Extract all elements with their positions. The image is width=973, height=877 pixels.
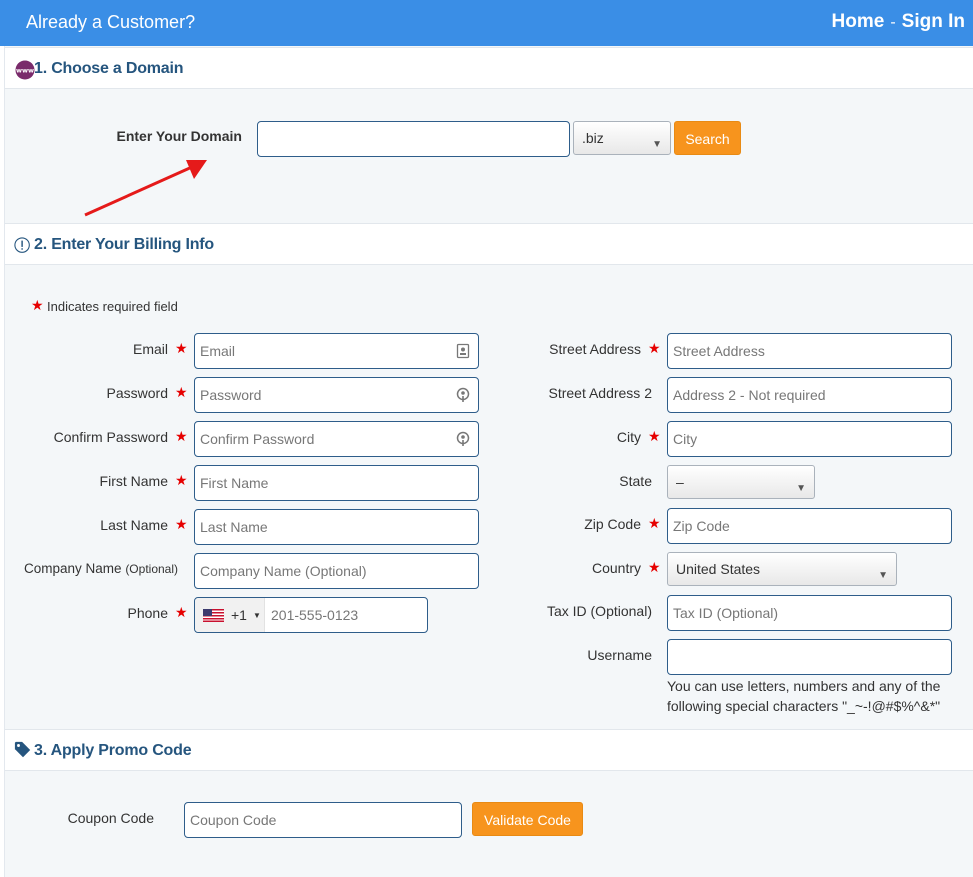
required-note: Indicates required field <box>47 299 178 314</box>
zip-required-star: ★ <box>648 515 661 531</box>
last-name-label: Last Name <box>100 517 168 533</box>
username-input[interactable] <box>667 639 952 675</box>
www-globe-icon: www <box>15 60 35 80</box>
coupon-code-input[interactable]: Coupon Code <box>184 802 462 838</box>
domain-section-header: www 1. Choose a Domain <box>5 47 973 89</box>
tax-id-label: Tax ID (Optional) <box>546 603 652 619</box>
required-star: ★ <box>31 297 44 313</box>
country-required-star: ★ <box>648 559 661 575</box>
username-label: Username <box>587 647 652 663</box>
confirm-password-required-star: ★ <box>175 428 188 444</box>
company-name-input[interactable]: Company Name (Optional) <box>194 553 479 589</box>
username-help-line-2: following special characters "_~-!@#$%^&… <box>667 698 941 714</box>
street-required-star: ★ <box>648 340 661 356</box>
validate-code-button[interactable]: Validate Code <box>472 802 583 836</box>
home-link[interactable]: Home <box>832 11 885 32</box>
country-value: United States <box>676 561 761 577</box>
info-circle-icon <box>14 237 30 253</box>
promo-section-title: 3. Apply Promo Code <box>34 742 192 759</box>
nav-separator: - <box>890 14 896 31</box>
password-placeholder: Password <box>200 387 262 403</box>
already-customer-text: Already a Customer? <box>26 12 196 32</box>
zip-code-label: Zip Code <box>584 516 641 532</box>
red-arrow-annotation <box>84 160 207 217</box>
tld-value: .biz <box>582 130 604 146</box>
country-label: Country <box>591 560 641 576</box>
chevron-down-icon: ▼ <box>796 483 806 494</box>
top-bar: Already a Customer? Home - Sign In <box>0 0 973 46</box>
street-address-2-input[interactable]: Address 2 - Not required <box>667 377 952 413</box>
domain-section-title: 1. Choose a Domain <box>34 60 184 77</box>
city-input[interactable]: City <box>667 421 952 457</box>
us-flag-icon <box>203 609 224 622</box>
email-placeholder: Email <box>200 343 236 359</box>
tax-id-input[interactable]: Tax ID (Optional) <box>667 595 952 631</box>
email-input[interactable]: Email <box>194 333 479 369</box>
chevron-down-icon: ▼ <box>652 139 662 150</box>
chevron-down-icon: ▼ <box>878 570 888 581</box>
key-icon <box>456 431 470 446</box>
username-help-text: You can use letters, numbers and any of … <box>667 676 940 716</box>
email-label: Email <box>132 341 168 357</box>
coupon-code-label: Coupon Code <box>67 810 154 826</box>
city-label: City <box>616 429 641 445</box>
confirm-password-placeholder: Confirm Password <box>200 431 315 447</box>
company-name-label-text: Company Name <box>24 561 122 576</box>
first-name-label: First Name <box>99 473 168 489</box>
domain-input[interactable] <box>257 121 570 157</box>
svg-text:www: www <box>16 67 34 75</box>
email-required-star: ★ <box>175 340 188 356</box>
first-name-required-star: ★ <box>175 472 188 488</box>
contact-card-icon <box>456 343 470 359</box>
street-address-input[interactable]: Street Address <box>667 333 952 369</box>
password-required-star: ★ <box>175 384 188 400</box>
first-name-input[interactable]: First Name <box>194 465 479 501</box>
phone-label: Phone <box>127 605 168 621</box>
billing-section-header: 2. Enter Your Billing Info <box>5 223 973 265</box>
password-input[interactable]: Password <box>194 377 479 413</box>
search-button[interactable]: Search <box>674 121 741 155</box>
tag-icon <box>14 741 31 758</box>
street-address-2-label: Street Address 2 <box>548 385 652 401</box>
phone-placeholder: 201-555-0123 <box>271 607 359 623</box>
state-select[interactable]: – ▼ <box>667 465 815 499</box>
username-help-line-1: You can use letters, numbers and any of … <box>667 678 941 694</box>
country-select[interactable]: United States ▼ <box>667 552 897 586</box>
domain-label: Enter Your Domain <box>116 128 242 144</box>
country-code: +1 <box>231 607 247 623</box>
zip-code-input[interactable]: Zip Code <box>667 508 952 544</box>
last-name-required-star: ★ <box>175 516 188 532</box>
caret-down-icon: ▼ <box>253 611 261 620</box>
tld-select[interactable]: .biz ▼ <box>573 121 671 155</box>
confirm-password-input[interactable]: Confirm Password <box>194 421 479 457</box>
confirm-password-label: Confirm Password <box>53 429 168 445</box>
promo-section-header: 3. Apply Promo Code <box>5 729 973 771</box>
sign-in-link[interactable]: Sign In <box>902 11 965 32</box>
street-address-label: Street Address <box>549 341 641 357</box>
key-icon <box>456 387 470 402</box>
company-name-label: Company Name (Optional) <box>10 561 178 576</box>
company-optional-tag: (Optional) <box>125 562 178 576</box>
city-required-star: ★ <box>648 428 661 444</box>
state-label: State <box>619 473 652 489</box>
phone-required-star: ★ <box>175 604 188 620</box>
state-value: – <box>676 474 684 490</box>
password-label: Password <box>106 385 168 401</box>
last-name-input[interactable]: Last Name <box>194 509 479 545</box>
billing-section-title: 2. Enter Your Billing Info <box>34 236 214 253</box>
top-nav: Home - Sign In <box>832 11 965 33</box>
country-code-dropdown[interactable]: +1 ▼ <box>195 598 265 632</box>
phone-input[interactable]: +1 ▼ 201-555-0123 <box>194 597 428 633</box>
